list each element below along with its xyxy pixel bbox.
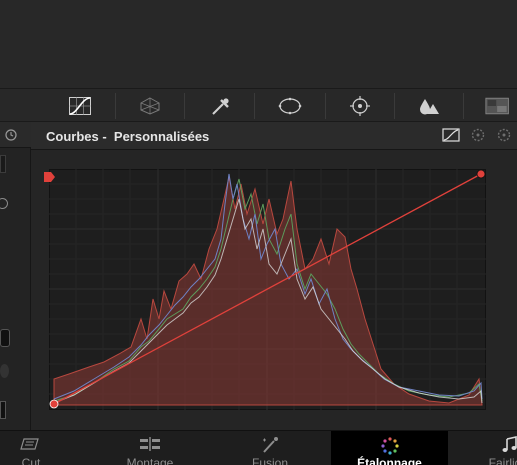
- curves-icon[interactable]: [67, 94, 93, 118]
- page-tab-cut[interactable]: Cut: [0, 431, 62, 465]
- page-tab-color[interactable]: Étalonnage: [331, 431, 448, 465]
- viewer-area: [0, 0, 517, 88]
- fairlight-page-icon: [502, 436, 517, 452]
- curve-mode-icon[interactable]: [442, 128, 460, 142]
- curves-panel: Courbes - Personnalisées: [31, 122, 517, 430]
- tracker-icon[interactable]: [347, 94, 373, 118]
- warper-icon[interactable]: [137, 94, 163, 118]
- palette-toolbar: [0, 88, 517, 122]
- edit-page-icon: [140, 437, 160, 451]
- page-tab-fusion[interactable]: Fusion: [230, 431, 310, 465]
- toolbar-separator: [394, 93, 395, 119]
- page-tab-label: Montage: [126, 456, 174, 465]
- curve-point-white[interactable]: [476, 169, 486, 179]
- curve-selector-icon[interactable]: [41, 170, 57, 184]
- panel-title: Courbes - Personnalisées: [46, 129, 210, 144]
- curve-point-black[interactable]: [49, 399, 59, 409]
- hue-vs-hue-icon[interactable]: [469, 128, 487, 142]
- adjacent-knob[interactable]: [0, 329, 10, 347]
- page-tab-fairlight[interactable]: Fairlight: [470, 431, 517, 465]
- toolbar-separator: [254, 93, 255, 119]
- window-icon[interactable]: [277, 94, 303, 118]
- histogram-red: [53, 176, 483, 406]
- toolbar-separator: [115, 93, 116, 119]
- fusion-page-icon: [263, 437, 278, 453]
- toolbar-separator: [184, 93, 185, 119]
- curves-panel-header: Courbes - Personnalisées: [31, 122, 517, 150]
- page-tab-label: Cut: [21, 456, 41, 465]
- curve-graph-canvas[interactable]: [49, 169, 486, 410]
- adjacent-panel-header: [0, 122, 31, 148]
- adjacent-dial-icon: [0, 364, 9, 378]
- page-tab-label: Étalonnage: [357, 456, 422, 465]
- toolbar-separator: [463, 93, 464, 119]
- qualifier-icon[interactable]: [207, 94, 233, 118]
- page-navigation: Cut Montage Fusion Étalonnage Fairli: [0, 430, 517, 465]
- adjacent-field[interactable]: [0, 155, 6, 173]
- page-tab-edit[interactable]: Montage: [109, 431, 191, 465]
- adjacent-field[interactable]: [0, 401, 6, 419]
- toolbar-separator: [325, 93, 326, 119]
- page-tab-label: Fusion: [251, 456, 289, 465]
- key-icon[interactable]: [485, 94, 511, 118]
- reset-icon[interactable]: [4, 128, 18, 142]
- page-tab-label: Fairlight: [488, 456, 517, 465]
- blur-icon[interactable]: [416, 94, 442, 118]
- hue-vs-sat-icon[interactable]: [495, 128, 513, 142]
- radio-icon[interactable]: [0, 198, 8, 209]
- color-page-icon: [380, 437, 399, 455]
- adjacent-panel: [0, 122, 31, 430]
- cut-page-icon: [20, 438, 39, 450]
